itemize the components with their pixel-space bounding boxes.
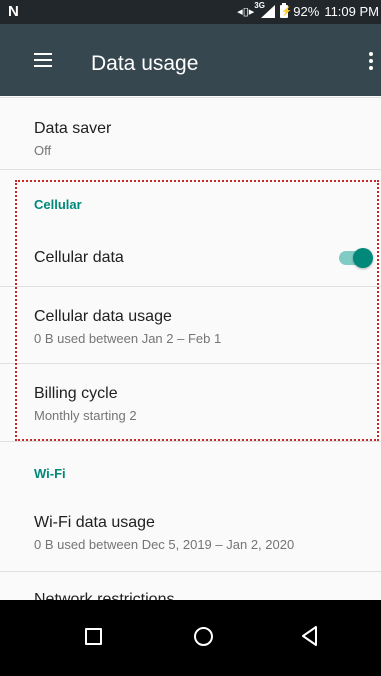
battery-icon: ⚡: [280, 3, 293, 18]
more-vert-icon[interactable]: [367, 51, 375, 71]
divider: [0, 169, 381, 170]
cellular-data-item[interactable]: Cellular data: [0, 226, 381, 286]
data-saver-title: Data saver: [34, 120, 112, 137]
battery-percent: 92%: [293, 4, 320, 19]
network-restrictions-item[interactable]: Network restrictions: [0, 572, 381, 608]
vibrate-icon: ◂▯▸: [237, 6, 255, 18]
signal-icon: 3G: [254, 1, 276, 18]
navigation-bar: [0, 600, 381, 676]
billing-cycle-item[interactable]: Billing cycle Monthly starting 2: [0, 364, 381, 439]
billing-cycle-title: Billing cycle: [34, 385, 118, 402]
status-icons: ◂▯▸ 3G ⚡ 92% 11:09 PM: [237, 1, 379, 19]
cellular-data-usage-item[interactable]: Cellular data usage 0 B used between Jan…: [0, 287, 381, 362]
status-bar: N ◂▯▸ 3G ⚡ 92% 11:09 PM: [0, 0, 381, 24]
clock: 11:09 PM: [324, 4, 379, 19]
wifi-data-usage-title: Wi-Fi data usage: [34, 514, 155, 531]
recent-apps-button[interactable]: [85, 628, 102, 645]
cellular-data-usage-summary: 0 B used between Jan 2 – Feb 1: [34, 331, 222, 346]
data-saver-status: Off: [34, 143, 52, 158]
cellular-data-toggle[interactable]: [339, 248, 373, 268]
wifi-data-usage-summary: 0 B used between Dec 5, 2019 – Jan 2, 20…: [34, 537, 295, 552]
back-button[interactable]: [300, 625, 320, 647]
divider: [0, 441, 381, 442]
cellular-data-usage-title: Cellular data usage: [34, 308, 172, 325]
page-title: Data usage: [91, 52, 199, 75]
cellular-section-header: Cellular: [34, 197, 82, 212]
cellular-data-title: Cellular data: [34, 249, 124, 266]
home-button[interactable]: [194, 627, 213, 646]
hamburger-icon[interactable]: [34, 53, 52, 67]
billing-cycle-summary: Monthly starting 2: [34, 408, 137, 423]
settings-list: Data saver Off Cellular Cellular data Ce…: [0, 96, 381, 608]
wifi-data-usage-item[interactable]: Wi-Fi data usage 0 B used between Dec 5,…: [0, 494, 381, 570]
wifi-section-header: Wi-Fi: [34, 466, 66, 481]
app-bar: Data usage: [0, 24, 381, 96]
carrier-icon: N: [8, 3, 19, 20]
data-saver-item[interactable]: Data saver Off: [0, 98, 381, 167]
